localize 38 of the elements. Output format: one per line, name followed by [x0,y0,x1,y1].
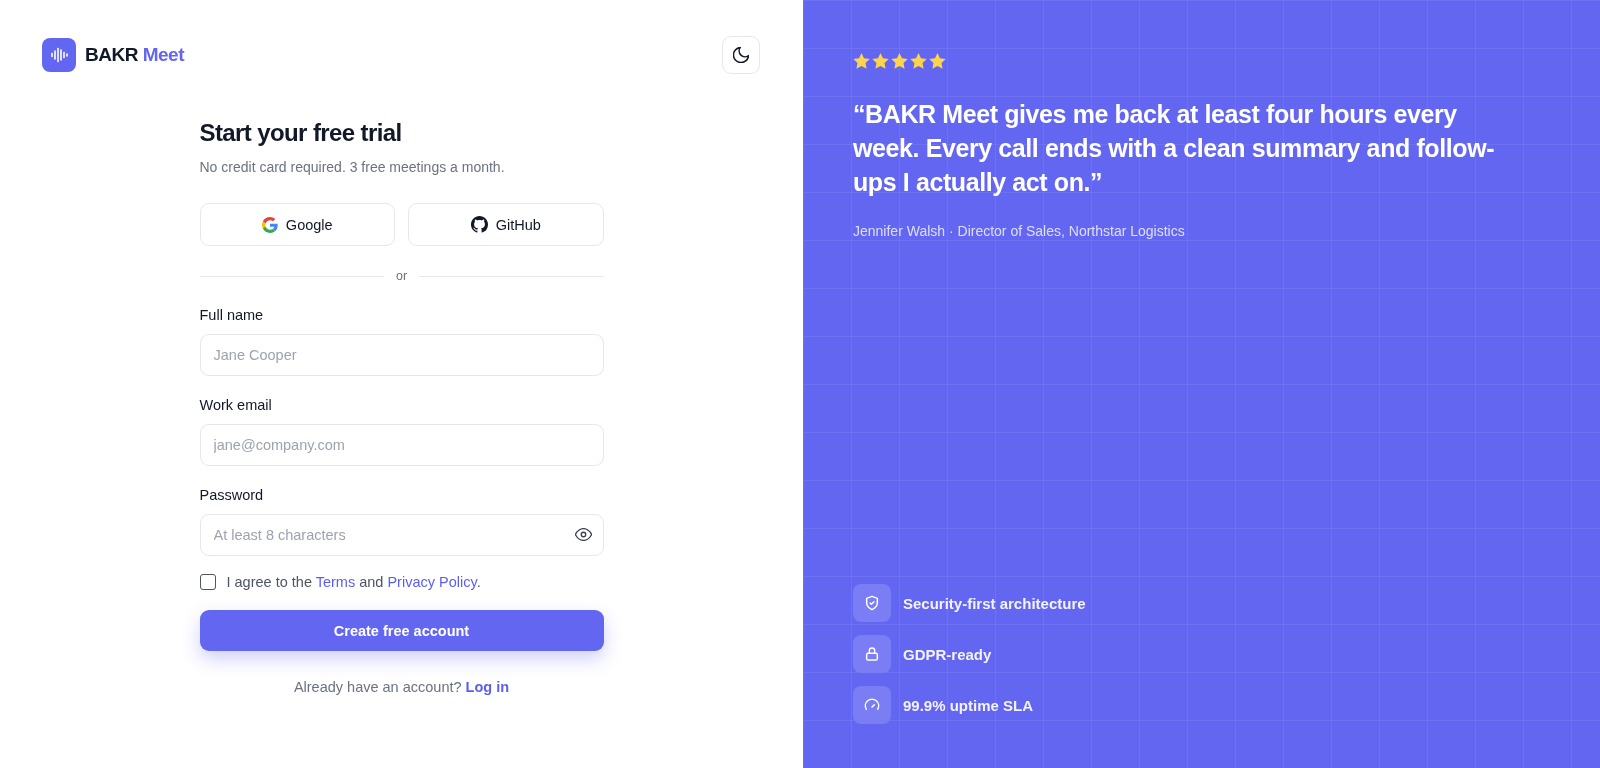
shield-check-icon [853,584,891,622]
testimonial-quote: “BAKR Meet gives me back at least four hours every week. Every call ends with a clean summary and follow-ups I actually act on.” [853,99,1496,198]
star-icon [891,53,908,69]
star-icon [910,53,927,69]
feature-label: Security-first architecture [903,594,1086,612]
field-label: Work email [199,396,272,415]
login-prompt: Already have an account? Log in [293,678,510,697]
lock-icon [853,635,891,673]
sound-wave-logo-icon [42,38,76,72]
login-link[interactable]: Log in [465,679,510,695]
google-button[interactable]: Google [199,203,395,246]
github-button[interactable]: GitHub [408,203,604,246]
email-field[interactable]: jane@company.com [199,424,604,466]
divider-label: or [395,269,408,283]
star-icon [929,53,946,69]
feature-label: GDPR-ready [903,645,992,663]
star-icon [872,53,889,69]
feature-label: 99.9% uptime SLA [903,696,1034,714]
theme-toggle-button[interactable] [722,36,760,74]
password-field[interactable]: At least 8 characters [199,514,604,556]
moon-icon [733,47,749,63]
create-account-button[interactable]: Create free account [199,610,604,651]
testimonial-author: Jennifer Walsh · Director of Sales, Northstar Logistics [853,222,1185,241]
name-field[interactable]: Jane Cooper [199,334,604,376]
form-title: Start your free trial [199,118,403,148]
field-label: Password [199,486,264,505]
brand-name: BAKR Meet [85,43,184,67]
gauge-icon [853,686,891,724]
agreement-text: I agree to the Terms and Privacy Policy. [226,573,481,592]
star-icon [853,53,870,69]
eye-icon[interactable] [574,528,592,541]
google-icon [261,216,278,233]
field-label: Full name [199,306,264,325]
github-icon [470,216,488,233]
form-subtitle: No credit card required. 3 free meetings a month. [199,158,506,177]
checkbox[interactable] [199,574,216,590]
agreement-link[interactable]: Terms [315,574,356,590]
agreement-link[interactable]: Privacy Policy [387,574,477,590]
